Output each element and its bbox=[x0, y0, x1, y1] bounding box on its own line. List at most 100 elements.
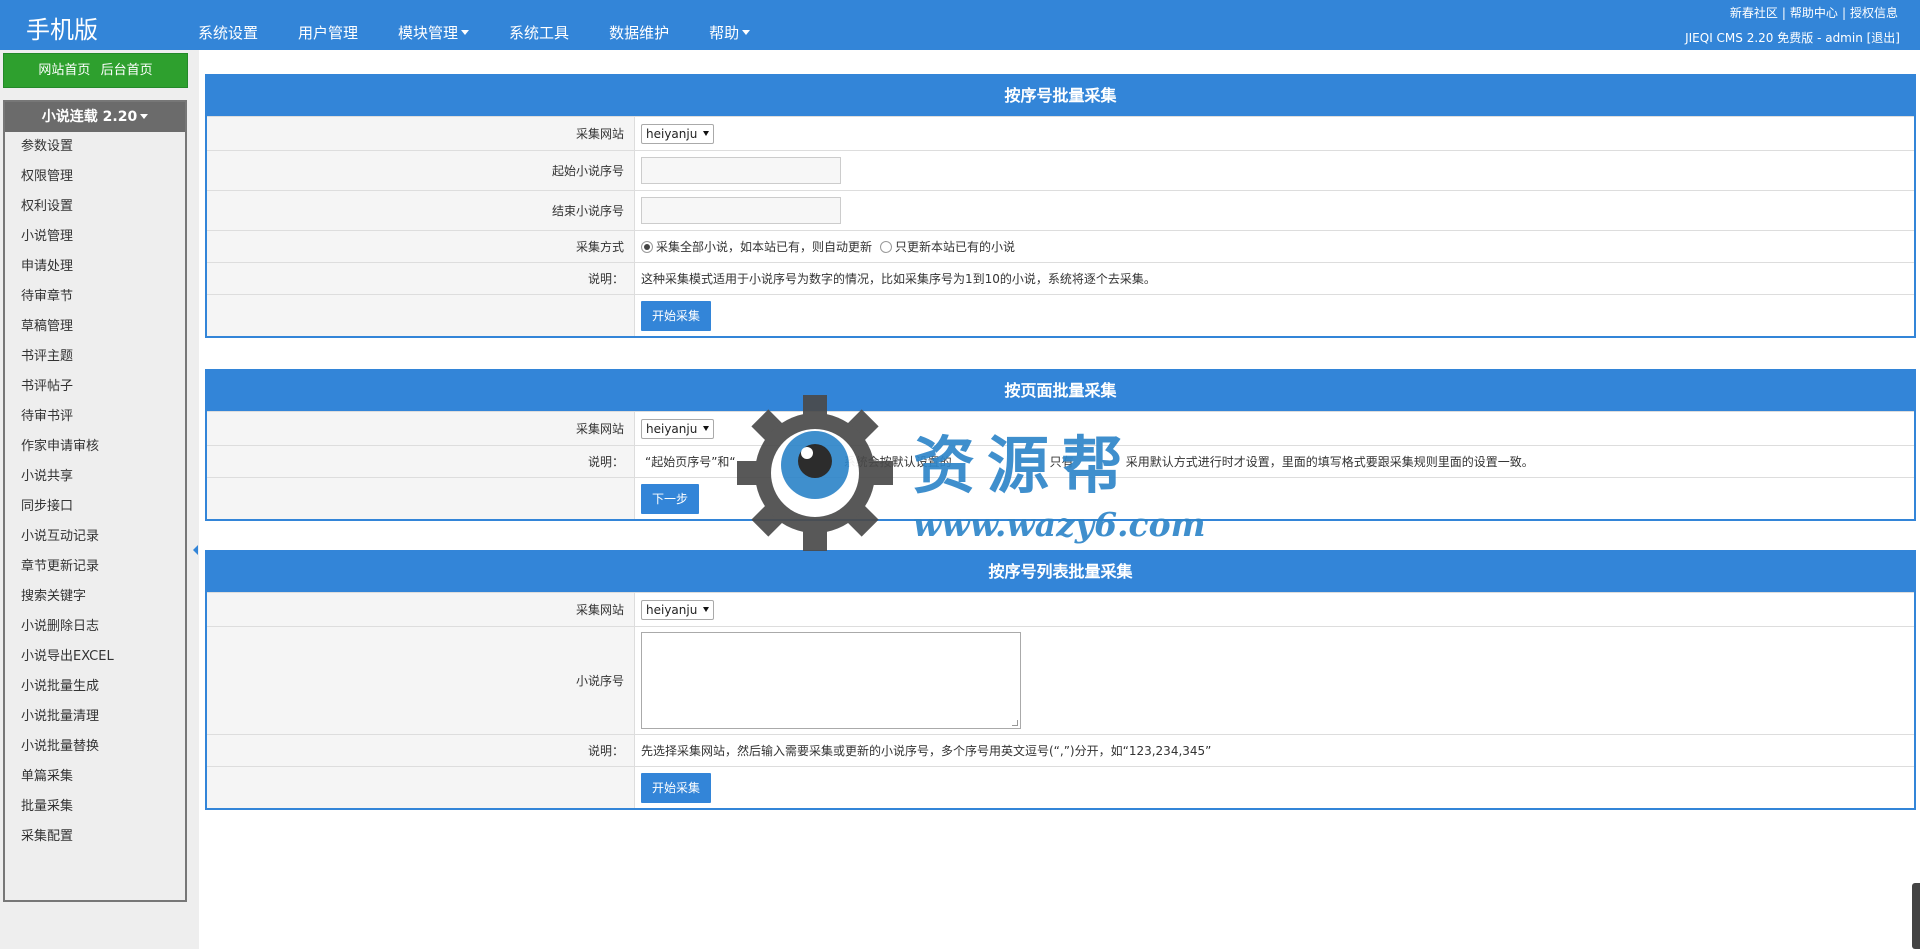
nav-help[interactable]: 帮助 bbox=[709, 0, 751, 50]
empty-label bbox=[207, 478, 635, 519]
field-label: 小说序号 bbox=[207, 627, 635, 734]
site-select[interactable]: heiyanju bbox=[641, 418, 714, 439]
form-row-mode: 采集方式 采集全部小说，如本站已有，则自动更新 只更新本站已有的小说 bbox=[207, 230, 1914, 262]
caret-down-icon bbox=[461, 30, 470, 35]
link-license-info[interactable]: 授权信息 bbox=[1850, 6, 1898, 20]
home-links-bar: 网站首页 后台首页 bbox=[3, 53, 188, 88]
link-help-center[interactable]: 帮助中心 bbox=[1790, 6, 1838, 20]
form-row-end-id: 结束小说序号 bbox=[207, 190, 1914, 230]
field-label: 说明： bbox=[207, 446, 635, 477]
sidebar-item-applications[interactable]: 申请处理 bbox=[5, 252, 185, 282]
sidebar-item-novel-sharing[interactable]: 小说共享 bbox=[5, 462, 185, 492]
sidebar-item-sync-api[interactable]: 同步接口 bbox=[5, 492, 185, 522]
empty-label bbox=[207, 295, 635, 336]
start-collect-button[interactable]: 开始采集 bbox=[641, 300, 712, 331]
caret-down-icon bbox=[742, 30, 751, 35]
dropdown-arrow-icon bbox=[703, 607, 709, 612]
menu-title-novel-module[interactable]: 小说连载 2.20 bbox=[5, 102, 185, 132]
start-id-input[interactable] bbox=[641, 157, 841, 184]
separator: | bbox=[1781, 6, 1786, 20]
site-version-info[interactable]: JIEQI CMS 2.20 免费版 - admin [退出] bbox=[1685, 29, 1900, 46]
field-label: 采集网站 bbox=[207, 117, 635, 150]
field-label: 采集方式 bbox=[207, 231, 635, 262]
form-row-site: 采集网站 heiyanju bbox=[207, 592, 1914, 626]
field-label: 结束小说序号 bbox=[207, 191, 635, 230]
novel-ids-textarea[interactable] bbox=[641, 632, 1021, 729]
sidebar-item-search-keywords[interactable]: 搜索关键字 bbox=[5, 582, 185, 612]
panel-title: 按页面批量采集 bbox=[207, 371, 1914, 411]
form-row-note: 说明： “起始页序号”和“ 系统会按默认设置的 只有 采用默认方式进行时才设置，… bbox=[207, 445, 1914, 477]
sidebar-item-params[interactable]: 参数设置 bbox=[5, 132, 185, 162]
sidebar-item-export-excel[interactable]: 小说导出EXCEL bbox=[5, 642, 185, 672]
brand-title[interactable]: 手机版 bbox=[26, 10, 98, 45]
field-label: 说明： bbox=[207, 263, 635, 294]
radio-update-only[interactable] bbox=[880, 240, 893, 253]
sidebar-item-author-applications[interactable]: 作家申请审核 bbox=[5, 432, 185, 462]
form-row-site: 采集网站 heiyanju bbox=[207, 411, 1914, 445]
nav-system-tools[interactable]: 系统工具 bbox=[509, 0, 569, 50]
nav-user-management[interactable]: 用户管理 bbox=[298, 0, 358, 50]
field-label: 说明： bbox=[207, 735, 635, 766]
sidebar-item-drafts[interactable]: 草稿管理 bbox=[5, 312, 185, 342]
resize-grip-icon[interactable] bbox=[1012, 720, 1018, 726]
link-site-home[interactable]: 网站首页 bbox=[38, 63, 90, 78]
sidebar-item-interaction-log[interactable]: 小说互动记录 bbox=[5, 522, 185, 552]
sidebar-item-batch-clean[interactable]: 小说批量清理 bbox=[5, 702, 185, 732]
note-text: 先选择采集网站，然后输入需要采集或更新的小说序号，多个序号用英文逗号(“,”)分… bbox=[641, 744, 1212, 758]
link-admin-home[interactable]: 后台首页 bbox=[101, 63, 153, 78]
separator: | bbox=[1841, 6, 1846, 20]
empty-label bbox=[207, 767, 635, 808]
main-nav: 系统设置 用户管理 模块管理 系统工具 数据维护 帮助 bbox=[198, 0, 790, 50]
sidebar-item-chapter-update-log[interactable]: 章节更新记录 bbox=[5, 552, 185, 582]
field-label: 采集网站 bbox=[207, 593, 635, 626]
form-row-action: 开始采集 bbox=[207, 766, 1914, 808]
next-step-button[interactable]: 下一步 bbox=[641, 483, 700, 514]
radio-label: 只更新本站已有的小说 bbox=[895, 240, 1016, 254]
field-label: 起始小说序号 bbox=[207, 151, 635, 190]
end-id-input[interactable] bbox=[641, 197, 841, 224]
start-collect-button[interactable]: 开始采集 bbox=[641, 772, 712, 803]
note-text: “起始页序号”和“ 系统会按默认设置的 只有 采用默认方式进行时才设置，里面的填… bbox=[645, 455, 1534, 469]
panel-title: 按序号列表批量采集 bbox=[207, 552, 1914, 592]
form-row-site: 采集网站 heiyanju bbox=[207, 116, 1914, 150]
sidebar-item-permissions[interactable]: 权限管理 bbox=[5, 162, 185, 192]
form-row-id-list: 小说序号 bbox=[207, 626, 1914, 734]
caret-down-icon bbox=[140, 113, 149, 119]
site-select[interactable]: heiyanju bbox=[641, 599, 714, 620]
form-row-action: 开始采集 bbox=[207, 294, 1914, 336]
panel-batch-by-id-list: 按序号列表批量采集 采集网站 heiyanju 小说序号 说明： 先选择采集网站… bbox=[205, 550, 1916, 810]
sidebar-item-single-collect[interactable]: 单篇采集 bbox=[5, 762, 185, 792]
sidebar-item-batch-replace[interactable]: 小说批量替换 bbox=[5, 732, 185, 762]
note-text: 这种采集模式适用于小说序号为数字的情况，比如采集序号为1到10的小说，系统将逐个… bbox=[641, 272, 1156, 286]
nav-system-settings[interactable]: 系统设置 bbox=[198, 0, 258, 50]
panel-batch-by-page: 按页面批量采集 采集网站 heiyanju 说明： “起始页序号”和“ 系统会按… bbox=[205, 369, 1916, 521]
form-row-note: 说明： 这种采集模式适用于小说序号为数字的情况，比如采集序号为1到10的小说，系… bbox=[207, 262, 1914, 294]
collapse-sidebar-icon[interactable] bbox=[193, 545, 198, 555]
sidebar-item-deletion-log[interactable]: 小说删除日志 bbox=[5, 612, 185, 642]
panel-batch-by-id: 按序号批量采集 采集网站 heiyanju 起始小说序号 结束小说序号 采集方式… bbox=[205, 74, 1916, 338]
sidebar-item-novel-management[interactable]: 小说管理 bbox=[5, 222, 185, 252]
dropdown-arrow-icon bbox=[703, 131, 709, 136]
radio-label: 采集全部小说，如本站已有，则自动更新 bbox=[656, 240, 873, 254]
sidebar-item-review-posts[interactable]: 书评帖子 bbox=[5, 372, 185, 402]
nav-module-management[interactable]: 模块管理 bbox=[398, 0, 470, 50]
form-row-start-id: 起始小说序号 bbox=[207, 150, 1914, 190]
sidebar-item-batch-generate[interactable]: 小说批量生成 bbox=[5, 672, 185, 702]
radio-collect-all[interactable] bbox=[641, 240, 653, 253]
dropdown-arrow-icon bbox=[703, 426, 709, 431]
sidebar-item-pending-reviews[interactable]: 待审书评 bbox=[5, 402, 185, 432]
sidebar-menu: 小说连载 2.20 参数设置 权限管理 权利设置 小说管理 申请处理 待审章节 … bbox=[3, 100, 187, 902]
site-select[interactable]: heiyanju bbox=[641, 123, 714, 144]
sidebar: 网站首页 后台首页 小说连载 2.20 参数设置 权限管理 权利设置 小说管理 … bbox=[0, 50, 199, 949]
top-header: 手机版 系统设置 用户管理 模块管理 系统工具 数据维护 帮助 新春社区 | 帮助中… bbox=[0, 0, 1920, 50]
nav-data-maintenance[interactable]: 数据维护 bbox=[609, 0, 669, 50]
sidebar-item-review-topics[interactable]: 书评主题 bbox=[5, 342, 185, 372]
scrollbar-thumb[interactable] bbox=[1912, 883, 1920, 949]
panel-title: 按序号批量采集 bbox=[207, 76, 1914, 116]
sidebar-item-batch-collect[interactable]: 批量采集 bbox=[5, 792, 185, 822]
link-community[interactable]: 新春社区 bbox=[1730, 6, 1778, 20]
sidebar-item-collect-config[interactable]: 采集配置 bbox=[5, 822, 185, 852]
top-links: 新春社区 | 帮助中心 | 授权信息 bbox=[1730, 4, 1898, 21]
sidebar-item-rights[interactable]: 权利设置 bbox=[5, 192, 185, 222]
sidebar-item-pending-chapters[interactable]: 待审章节 bbox=[5, 282, 185, 312]
